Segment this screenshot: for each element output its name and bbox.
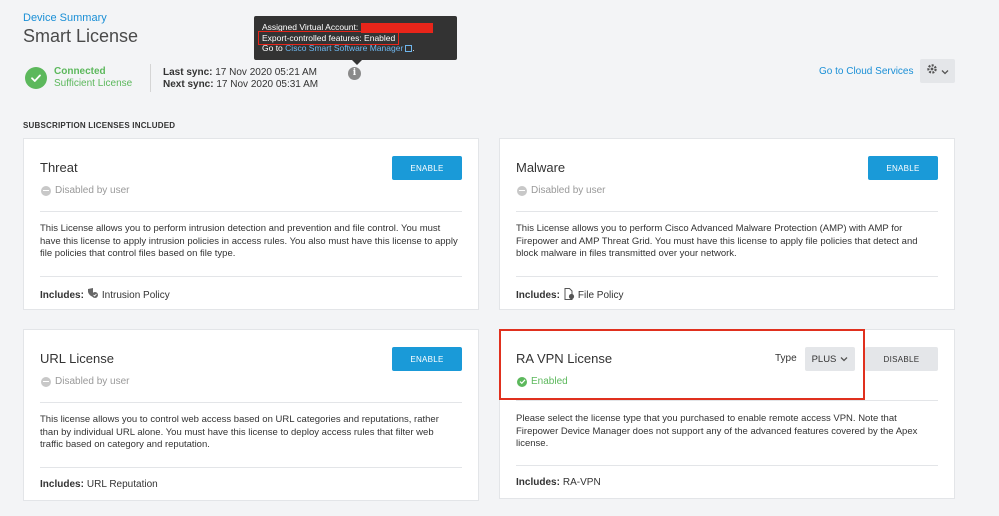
divider (516, 465, 938, 466)
card-status: Disabled by user (41, 376, 129, 387)
card-description: This license allows you to control web a… (40, 414, 439, 450)
card-title: URL License (40, 351, 114, 366)
license-card-malware: Malware ENABLE Disabled by user This Lic… (499, 138, 955, 310)
includes-label: Includes: (40, 289, 84, 301)
card-includes: Includes: RA-VPN (516, 477, 601, 488)
cloud-services-link[interactable]: Go to Cloud Services (819, 66, 914, 77)
file-icon (563, 288, 575, 303)
card-description: This License allows you to perform Cisco… (516, 223, 918, 259)
divider (40, 276, 462, 277)
cssm-link[interactable]: Cisco Smart Software Manager (285, 43, 403, 53)
check-circle-icon (25, 67, 47, 89)
highlight-box (499, 329, 865, 400)
card-description: Please select the license type that you … (516, 413, 918, 449)
enable-button[interactable]: ENABLE (392, 156, 462, 180)
minus-circle-icon (41, 185, 51, 196)
chevron-down-icon (941, 62, 949, 80)
tooltip-goto-suffix: . (412, 42, 415, 53)
license-card-threat: Threat ENABLE Disabled by user This Lice… (23, 138, 479, 310)
next-sync-label: Next sync: (163, 79, 214, 90)
includes-value: Intrusion Policy (101, 289, 170, 301)
enable-button[interactable]: ENABLE (868, 156, 938, 180)
last-sync-label: Last sync: (163, 67, 213, 78)
tooltip-export-text: Export-controlled features: Enabled (257, 30, 400, 45)
card-includes: Includes: URL Reputation (40, 479, 158, 490)
enable-button[interactable]: ENABLE (392, 347, 462, 371)
redacted-block (360, 22, 433, 33)
last-sync-value: 17 Nov 2020 05:21 AM (215, 67, 317, 78)
license-card-url: URL License ENABLE Disabled by user This… (23, 329, 479, 501)
card-status: Disabled by user (517, 185, 605, 196)
divider (516, 211, 938, 212)
divider (40, 211, 462, 212)
card-description: This License allows you to perform intru… (40, 223, 458, 259)
minus-circle-icon (517, 185, 527, 196)
card-status: Disabled by user (41, 185, 129, 196)
includes-value: File Policy (577, 290, 624, 301)
includes-label: Includes: (516, 477, 560, 488)
next-sync-value: 17 Nov 2020 05:31 AM (216, 79, 319, 90)
includes-value: RA-VPN (562, 477, 601, 488)
divider (516, 276, 938, 277)
includes-label: Includes: (40, 479, 84, 490)
status-text: Disabled by user (531, 185, 606, 196)
tooltip-arrow (352, 60, 362, 65)
status-text: Disabled by user (55, 376, 130, 387)
divider (40, 402, 462, 403)
tooltip-account-label: Assigned Virtual Account: (262, 22, 359, 32)
includes-label: Includes: (516, 290, 560, 301)
status-connected: Connected (54, 66, 106, 77)
disable-button[interactable]: DISABLE (865, 347, 938, 371)
divider (150, 64, 151, 92)
status-license: Sufficient License (54, 78, 133, 89)
status-text: Disabled by user (55, 185, 130, 196)
settings-menu-button[interactable] (920, 59, 955, 83)
card-title: Malware (516, 160, 566, 175)
gear-icon (926, 62, 938, 80)
divider (516, 400, 938, 401)
sync-info: Last sync: 17 Nov 2020 05:21 AM Next syn… (163, 67, 318, 91)
includes-value: URL Reputation (86, 479, 158, 490)
shield-icon (87, 288, 99, 302)
breadcrumb[interactable]: Device Summary (23, 12, 107, 24)
card-includes: Includes: Intrusion Policy (40, 288, 170, 302)
info-icon[interactable]: i (348, 67, 361, 80)
connection-status: Connected Sufficient License (25, 66, 132, 90)
info-tooltip: Assigned Virtual Account: Export-control… (254, 16, 457, 60)
page-title: Smart License (23, 26, 139, 46)
divider (40, 467, 462, 468)
minus-circle-icon (41, 376, 51, 387)
card-title: Threat (40, 160, 78, 175)
tooltip-goto-prefix: Go to (262, 42, 283, 53)
section-title: SUBSCRIPTION LICENSES INCLUDED (23, 121, 176, 130)
card-includes: Includes: File Policy (516, 288, 623, 303)
